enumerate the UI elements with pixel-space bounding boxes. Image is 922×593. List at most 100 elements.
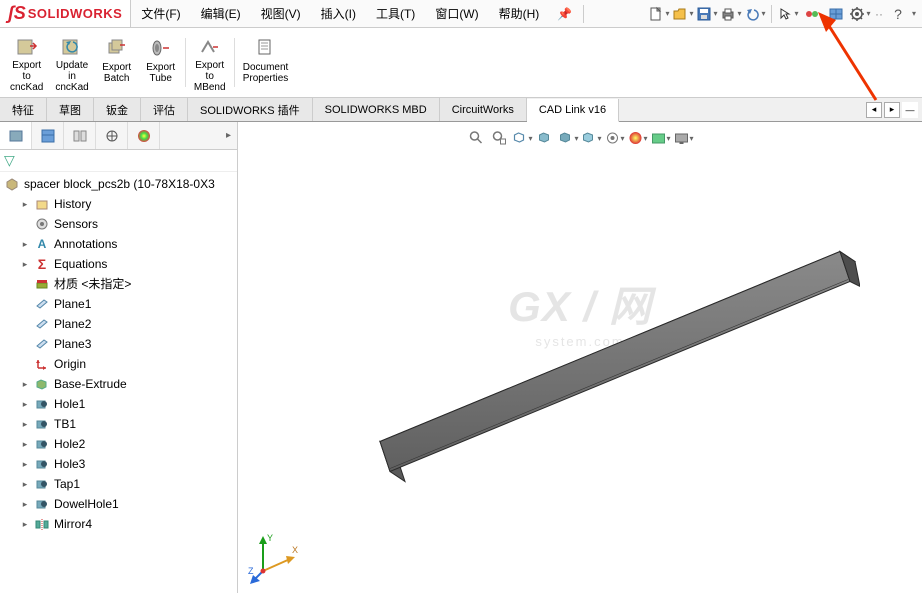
panel-tab-dimxpert[interactable] bbox=[96, 122, 128, 149]
expand-icon[interactable]: ▸ bbox=[20, 455, 30, 473]
tab-sw-mbd[interactable]: SOLIDWORKS MBD bbox=[313, 98, 440, 121]
expand-icon[interactable]: ▸ bbox=[20, 515, 30, 533]
menu-file[interactable]: 文件(F) bbox=[131, 0, 190, 28]
pin-icon[interactable]: 📌 bbox=[549, 7, 580, 21]
tree-item-dowelhole1[interactable]: ▸DowelHole1 bbox=[0, 494, 237, 514]
annotations-icon: A bbox=[34, 236, 50, 252]
tree-item-hole1[interactable]: ▸Hole1 bbox=[0, 394, 237, 414]
prev-view-icon[interactable]: ▾ bbox=[513, 128, 533, 148]
update-in-cnckad-button[interactable]: UpdateincncKad bbox=[49, 34, 94, 91]
apply-scene-icon[interactable]: ▾ bbox=[651, 128, 671, 148]
tab-min-button[interactable]: — bbox=[902, 102, 918, 118]
view-orientation-button[interactable] bbox=[825, 3, 847, 25]
zoom-area-icon[interactable] bbox=[490, 128, 510, 148]
tree-item-hole3[interactable]: ▸Hole3 bbox=[0, 454, 237, 474]
coordinate-triad[interactable]: Y X Z bbox=[248, 531, 298, 581]
sensors-icon bbox=[34, 216, 50, 232]
graphics-viewport[interactable]: ▾ ▾ ▾ ▾ ▾ ▾ ▾ GX / 网 system.com bbox=[238, 122, 922, 593]
plane-icon bbox=[34, 336, 50, 352]
undo-button[interactable]: ▾ bbox=[744, 3, 766, 25]
quick-toolbar: ▾ ▾ ▾ ▾ ▾ ▾ ▾ ·· ? ▾ bbox=[648, 3, 922, 25]
mirror-icon bbox=[34, 516, 50, 532]
tab-cadlink[interactable]: CAD Link v16 bbox=[527, 99, 619, 122]
origin-icon bbox=[34, 356, 50, 372]
filter-icon[interactable]: ▽ bbox=[4, 152, 15, 169]
zoom-fit-icon[interactable] bbox=[467, 128, 487, 148]
open-button[interactable]: ▾ bbox=[672, 3, 694, 25]
menu-insert[interactable]: 插入(I) bbox=[311, 0, 366, 28]
export-cnckad-icon bbox=[15, 36, 39, 58]
hole-icon bbox=[34, 496, 50, 512]
new-button[interactable]: ▾ bbox=[648, 3, 670, 25]
tab-sw-addins[interactable]: SOLIDWORKS 插件 bbox=[188, 98, 313, 121]
tree-item-equations[interactable]: ▸ΣEquations bbox=[0, 254, 237, 274]
view-orientation-icon[interactable]: ▾ bbox=[559, 128, 579, 148]
part-model[interactable] bbox=[300, 226, 860, 489]
tree-item-plane1[interactable]: Plane1 bbox=[0, 294, 237, 314]
tree-item-plane2[interactable]: Plane2 bbox=[0, 314, 237, 334]
tab-prev-button[interactable]: ◂ bbox=[866, 102, 882, 118]
svg-text:X: X bbox=[292, 545, 298, 555]
tab-features[interactable]: 特征 bbox=[0, 98, 47, 121]
menu-window[interactable]: 窗口(W) bbox=[425, 0, 488, 28]
edit-appearance-icon[interactable]: ▾ bbox=[628, 128, 648, 148]
hide-show-icon[interactable]: ▾ bbox=[605, 128, 625, 148]
export-to-cnckad-button[interactable]: ExporttocncKad bbox=[4, 34, 49, 91]
menu-tools[interactable]: 工具(T) bbox=[366, 0, 425, 28]
expand-icon[interactable]: ▸ bbox=[20, 195, 30, 213]
expand-icon[interactable]: ▸ bbox=[20, 415, 30, 433]
tree-root[interactable]: spacer block_pcs2b (10-78X18-0X3 bbox=[0, 174, 237, 194]
menu-bar: ʃS SOLIDWORKS 文件(F) 编辑(E) 视图(V) 插入(I) 工具… bbox=[0, 0, 922, 28]
export-to-mbend-button[interactable]: ExporttoMBend bbox=[188, 34, 232, 91]
expand-icon[interactable]: ▸ bbox=[20, 475, 30, 493]
tab-circuitworks[interactable]: CircuitWorks bbox=[440, 98, 527, 121]
tab-evaluate[interactable]: 评估 bbox=[141, 98, 188, 121]
tree-item-base-extrude[interactable]: ▸Base-Extrude bbox=[0, 374, 237, 394]
tree-item-annotations[interactable]: ▸AAnnotations bbox=[0, 234, 237, 254]
expand-icon[interactable]: ▸ bbox=[20, 495, 30, 513]
expand-icon[interactable]: ▸ bbox=[20, 255, 30, 273]
save-button[interactable]: ▾ bbox=[696, 3, 718, 25]
tree-item-hole2[interactable]: ▸Hole2 bbox=[0, 434, 237, 454]
panel-tab-config[interactable] bbox=[64, 122, 96, 149]
print-button[interactable]: ▾ bbox=[720, 3, 742, 25]
export-tube-button[interactable]: ExportTube bbox=[139, 34, 183, 91]
tree-item-history[interactable]: ▸History bbox=[0, 194, 237, 214]
tree-item-mirror4[interactable]: ▸Mirror4 bbox=[0, 514, 237, 534]
panel-tab-property[interactable] bbox=[32, 122, 64, 149]
tree-item-tb1[interactable]: ▸TB1 bbox=[0, 414, 237, 434]
plane-icon bbox=[34, 316, 50, 332]
export-batch-icon bbox=[105, 36, 129, 60]
tab-sheetmetal[interactable]: 钣金 bbox=[94, 98, 141, 121]
hole-icon bbox=[34, 396, 50, 412]
panel-tab-more[interactable]: ▸ bbox=[162, 122, 237, 149]
select-button[interactable]: ▾ bbox=[777, 3, 799, 25]
menu-help[interactable]: 帮助(H) bbox=[489, 0, 550, 28]
view-settings-icon[interactable]: ▾ bbox=[674, 128, 694, 148]
tree-item-sensors[interactable]: Sensors bbox=[0, 214, 237, 234]
expand-icon[interactable]: ▸ bbox=[20, 235, 30, 253]
section-view-icon[interactable] bbox=[536, 128, 556, 148]
help-button[interactable]: ? bbox=[887, 3, 909, 25]
rebuild-button[interactable] bbox=[801, 3, 823, 25]
tab-next-button[interactable]: ▸ bbox=[884, 102, 900, 118]
panel-tab-display[interactable] bbox=[128, 122, 160, 149]
display-style-icon[interactable]: ▾ bbox=[582, 128, 602, 148]
menu-edit[interactable]: 编辑(E) bbox=[191, 0, 251, 28]
panel-tab-feature-tree[interactable] bbox=[0, 122, 32, 149]
tree-item-origin[interactable]: Origin bbox=[0, 354, 237, 374]
tab-sketch[interactable]: 草图 bbox=[47, 98, 94, 121]
doc-properties-icon bbox=[254, 36, 278, 60]
expand-icon[interactable]: ▸ bbox=[20, 435, 30, 453]
options-button[interactable]: ▾ bbox=[849, 3, 871, 25]
tree-item-plane3[interactable]: Plane3 bbox=[0, 334, 237, 354]
tree-item-material[interactable]: 材质 <未指定> bbox=[0, 274, 237, 294]
ribbon: ExporttocncKad UpdateincncKad ExportBatc… bbox=[0, 28, 922, 98]
expand-icon[interactable]: ▸ bbox=[20, 395, 30, 413]
feature-manager-panel: ▸ ▽ spacer block_pcs2b (10-78X18-0X3 ▸Hi… bbox=[0, 122, 238, 593]
menu-view[interactable]: 视图(V) bbox=[251, 0, 311, 28]
document-properties-button[interactable]: DocumentProperties bbox=[237, 34, 295, 91]
tree-item-tap1[interactable]: ▸Tap1 bbox=[0, 474, 237, 494]
export-batch-button[interactable]: ExportBatch bbox=[95, 34, 139, 91]
expand-icon[interactable]: ▸ bbox=[20, 375, 30, 393]
